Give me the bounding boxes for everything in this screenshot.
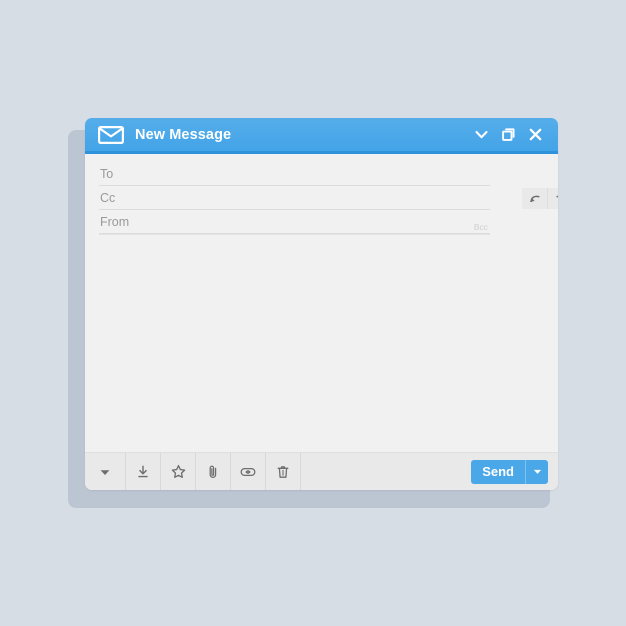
bottom-toolbar: Send bbox=[85, 452, 558, 490]
paperclip-icon bbox=[209, 465, 217, 478]
window-title: New Message bbox=[135, 126, 232, 143]
close-button[interactable] bbox=[524, 124, 546, 146]
to-field-row[interactable]: To bbox=[99, 162, 490, 186]
to-field-label: To bbox=[100, 166, 114, 181]
cc-field-label: Cc bbox=[100, 190, 116, 205]
recipient-fields: To Cc From Bcc bbox=[85, 154, 558, 235]
minimize-button[interactable] bbox=[470, 124, 492, 146]
window-title-bar[interactable]: New Message bbox=[85, 118, 558, 154]
bcc-toggle-label[interactable]: Bcc bbox=[474, 222, 488, 232]
cc-field-row[interactable]: Cc bbox=[99, 186, 490, 210]
close-icon bbox=[529, 128, 541, 141]
envelope-icon bbox=[98, 125, 124, 144]
send-button[interactable]: Send bbox=[471, 459, 526, 484]
redo-button[interactable] bbox=[548, 188, 558, 209]
formatting-button[interactable] bbox=[85, 452, 126, 490]
discard-button[interactable] bbox=[266, 452, 301, 490]
compose-window: New Message To Cc From Bcc Send bbox=[85, 118, 558, 490]
fields-bottom-divider bbox=[99, 234, 490, 235]
redo-arrow-icon bbox=[555, 195, 558, 197]
save-draft-button[interactable] bbox=[126, 452, 161, 490]
from-field-label: From bbox=[100, 214, 130, 229]
triangle-down-icon bbox=[533, 469, 541, 474]
from-field-row[interactable]: From Bcc bbox=[99, 210, 490, 234]
download-icon bbox=[138, 465, 148, 477]
triangle-down-icon bbox=[100, 469, 110, 475]
send-button-group[interactable]: Send bbox=[471, 459, 548, 484]
chevron-down-icon bbox=[474, 130, 488, 139]
star-icon bbox=[171, 464, 185, 478]
send-options-button[interactable] bbox=[526, 460, 548, 484]
link-icon bbox=[240, 467, 256, 476]
restore-button[interactable] bbox=[497, 124, 519, 146]
star-button[interactable] bbox=[161, 452, 196, 490]
undo-arrow-icon bbox=[529, 195, 540, 202]
undo-button[interactable] bbox=[522, 188, 548, 209]
link-button[interactable] bbox=[231, 452, 266, 490]
attach-button[interactable] bbox=[196, 452, 231, 490]
message-body-input[interactable] bbox=[85, 254, 558, 452]
trash-icon bbox=[277, 465, 289, 478]
restore-window-icon bbox=[501, 128, 514, 141]
action-button-group bbox=[522, 188, 558, 209]
